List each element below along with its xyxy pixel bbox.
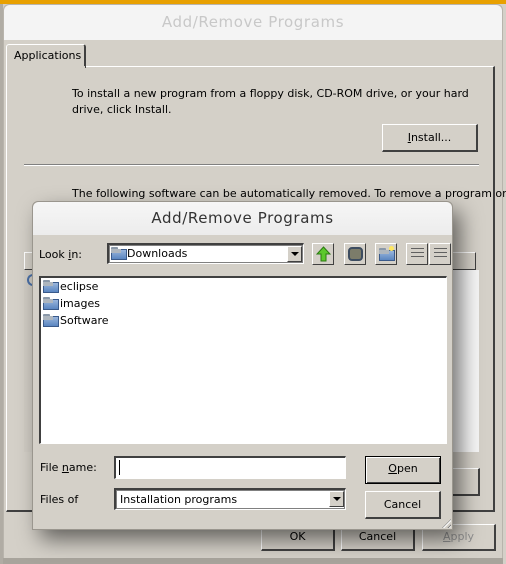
list-item[interactable]: Software bbox=[43, 313, 243, 330]
new-folder-button[interactable] bbox=[375, 243, 397, 265]
look-in-select[interactable]: Downloads bbox=[107, 243, 304, 264]
file-list[interactable]: eclipse images Software bbox=[39, 276, 447, 444]
files-of-type-select[interactable]: Installation programs bbox=[114, 488, 346, 510]
window-title: Add/Remove Programs bbox=[4, 5, 502, 40]
window-bottom-edge bbox=[3, 558, 503, 564]
sparkle bbox=[389, 246, 394, 251]
folder-icon bbox=[43, 297, 59, 310]
folder-icon bbox=[111, 247, 127, 260]
up-folder-icon bbox=[316, 246, 331, 262]
look-in-label: Look in: bbox=[39, 248, 82, 261]
accel-key: O bbox=[388, 462, 397, 475]
desktop-button[interactable] bbox=[344, 243, 366, 265]
list-item[interactable]: eclipse bbox=[43, 279, 243, 296]
files-of-type-label: Files of bbox=[40, 493, 79, 506]
button-label: pen bbox=[396, 462, 418, 475]
button-label: nstall... bbox=[410, 131, 452, 144]
text-caret bbox=[119, 460, 120, 475]
chevron-down-icon[interactable] bbox=[329, 491, 344, 507]
file-name: Software bbox=[60, 314, 109, 327]
list-view-icon bbox=[411, 248, 424, 260]
file-name: images bbox=[60, 297, 100, 310]
look-in-value: Downloads bbox=[127, 247, 188, 260]
up-one-level-button[interactable] bbox=[312, 243, 334, 265]
accel-key: A bbox=[442, 530, 451, 543]
dialog-cancel-button[interactable]: Cancel bbox=[365, 491, 441, 519]
label-text: File bbox=[40, 461, 62, 474]
remove-instructions: The following software can be automatica… bbox=[72, 187, 506, 200]
label-text: Look bbox=[39, 248, 69, 261]
accel-key: n bbox=[61, 461, 69, 474]
install-instructions: To install a new program from a floppy d… bbox=[72, 87, 469, 116]
file-chooser-dialog: Add/Remove Programs Look in: Downloads e… bbox=[32, 201, 453, 530]
file-name-input[interactable] bbox=[114, 456, 346, 479]
tab-applications[interactable]: Applications bbox=[6, 44, 86, 68]
chevron-down-icon[interactable] bbox=[287, 246, 302, 262]
list-view-button[interactable] bbox=[406, 243, 428, 265]
label-text: ame: bbox=[68, 461, 97, 474]
file-name-label: File name: bbox=[40, 461, 97, 474]
folder-icon bbox=[43, 280, 59, 293]
install-button[interactable]: Install... bbox=[382, 124, 478, 152]
button-label: pply bbox=[450, 530, 475, 543]
details-view-icon bbox=[434, 248, 447, 260]
resize-grip-icon[interactable] bbox=[442, 519, 451, 528]
tab-join bbox=[7, 66, 85, 68]
details-view-button[interactable] bbox=[429, 243, 451, 265]
files-of-type-value: Installation programs bbox=[120, 493, 238, 506]
open-button[interactable]: Open bbox=[365, 456, 441, 484]
label-text: n: bbox=[71, 248, 83, 261]
desktop-icon bbox=[348, 247, 363, 261]
separator bbox=[24, 164, 479, 166]
folder-icon bbox=[43, 314, 59, 327]
dialog-title: Add/Remove Programs bbox=[33, 202, 452, 235]
list-item[interactable]: images bbox=[43, 296, 243, 313]
file-name: eclipse bbox=[60, 280, 99, 293]
